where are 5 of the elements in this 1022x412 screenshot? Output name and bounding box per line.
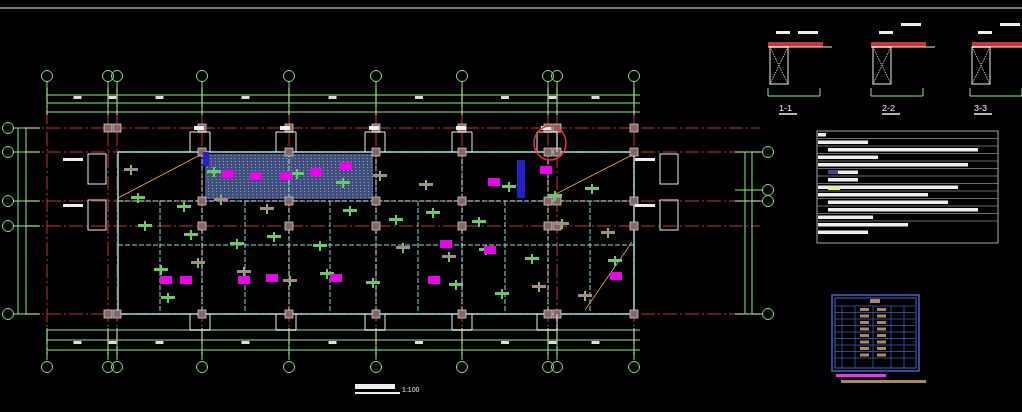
markup-circle [533,125,567,161]
section-label: 1-1 [779,103,792,113]
section-label: 2-2 [882,103,895,113]
section-label: 3-3 [974,103,987,113]
legend-note-mark [836,374,886,377]
